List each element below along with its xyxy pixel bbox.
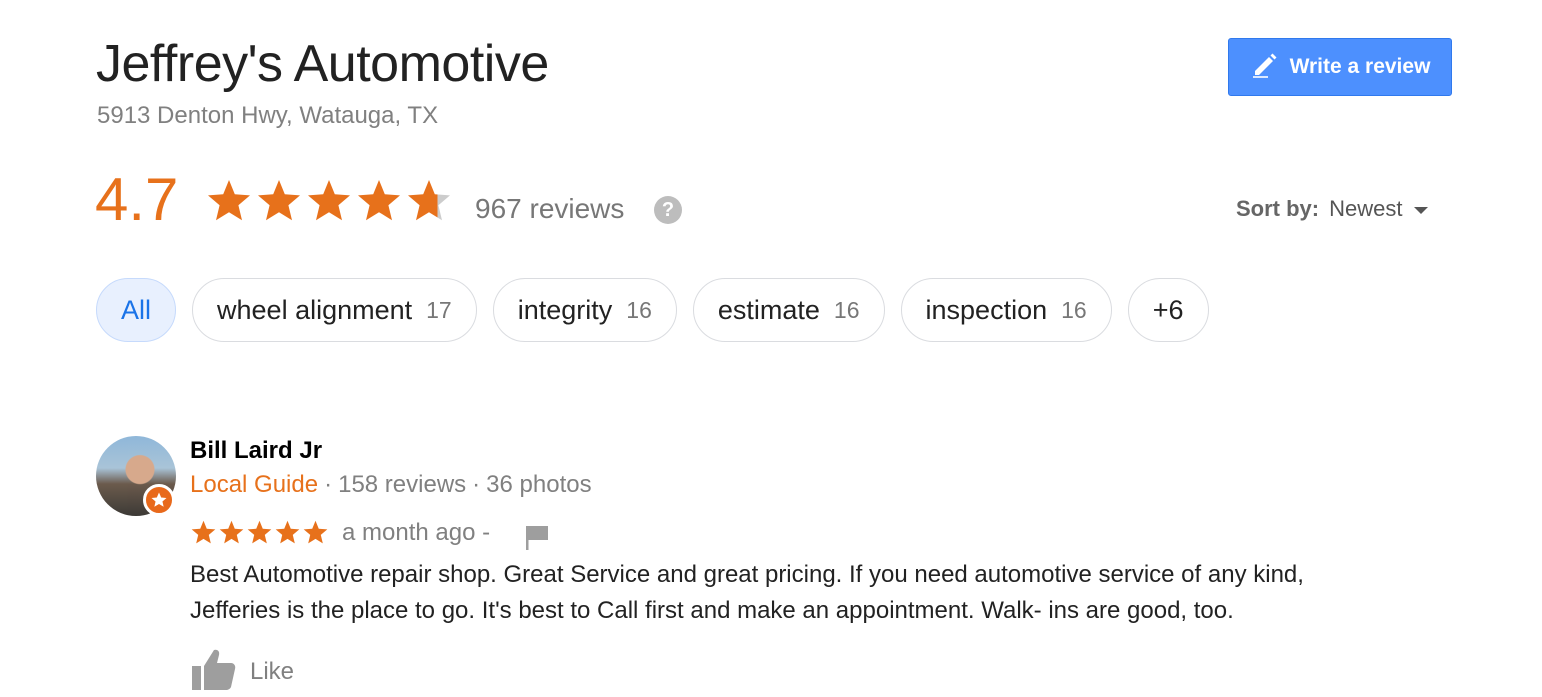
- chip-count: 17: [426, 296, 452, 323]
- review-time: a month ago -: [342, 519, 491, 546]
- chip-count: 16: [626, 296, 652, 323]
- flag-icon[interactable]: [524, 522, 550, 550]
- sort-value: Newest: [1329, 196, 1403, 221]
- like-button[interactable]: Like: [190, 646, 294, 697]
- pencil-icon: [1250, 49, 1280, 85]
- sort-dropdown[interactable]: Sort by: Newest: [1236, 196, 1429, 222]
- help-icon[interactable]: ?: [654, 196, 682, 224]
- filter-chip-estimate[interactable]: estimate 16: [692, 278, 885, 342]
- caret-down-icon: [1414, 206, 1429, 214]
- business-name: Jeffrey's Automotive: [96, 35, 549, 93]
- star-icon: [308, 180, 350, 221]
- chip-count: 16: [833, 296, 860, 323]
- write-review-button[interactable]: Write a review: [1228, 38, 1452, 96]
- filter-chip-integrity[interactable]: integrity 16: [492, 278, 677, 342]
- chip-label: integrity: [517, 294, 613, 325]
- reviewer-photos-count: 36 photos: [486, 471, 592, 498]
- star-icon: [258, 180, 300, 221]
- filter-chips: All wheel alignment 17 integrity 16 esti…: [96, 278, 1209, 342]
- reviewer-reviews-count: 158 reviews: [338, 471, 467, 498]
- chip-label: All: [121, 294, 152, 325]
- meta-separator: ·: [472, 471, 481, 498]
- chip-label: wheel alignment: [217, 294, 413, 325]
- star-icon: [275, 520, 300, 544]
- reviewer-name[interactable]: Bill Laird Jr: [190, 439, 322, 463]
- reviewer-meta: Local Guide · 158 reviews · 36 photos: [190, 473, 592, 497]
- like-label: Like: [250, 657, 295, 685]
- sort-label: Sort by:: [1236, 196, 1320, 221]
- review-text: Best Automotive repair shop. Great Servi…: [190, 561, 1304, 624]
- rating-stars: [205, 177, 453, 223]
- local-guide-label: Local Guide: [190, 471, 319, 498]
- filter-chip-wheel-alignment[interactable]: wheel alignment 17: [192, 278, 477, 342]
- rating-value: 4.7: [95, 166, 179, 233]
- local-guide-badge-icon: [143, 484, 175, 516]
- write-review-label: Write a review: [1289, 55, 1431, 78]
- chip-label: inspection: [925, 294, 1048, 325]
- reviews-count-link[interactable]: 967 reviews: [475, 195, 624, 223]
- meta-separator: ·: [324, 471, 333, 498]
- filter-chip-inspection[interactable]: inspection 16: [900, 278, 1112, 342]
- star-icon: [358, 180, 400, 221]
- star-icon: [219, 520, 244, 544]
- filter-chip-all[interactable]: All: [96, 278, 177, 342]
- filter-chip-more[interactable]: +6: [1127, 278, 1209, 342]
- star-icon: [208, 180, 250, 221]
- chip-count: 16: [1061, 296, 1087, 323]
- star-icon: [303, 520, 328, 544]
- star-icon: [408, 180, 450, 221]
- star-icon: [247, 520, 272, 544]
- star-icon: [191, 520, 216, 544]
- thumbs-up-icon: [190, 646, 236, 697]
- chip-label: +6: [1152, 294, 1184, 325]
- business-address: 5913 Denton Hwy, Watauga, TX: [97, 102, 439, 129]
- chip-label: estimate: [717, 294, 820, 325]
- review-stars: [190, 519, 329, 545]
